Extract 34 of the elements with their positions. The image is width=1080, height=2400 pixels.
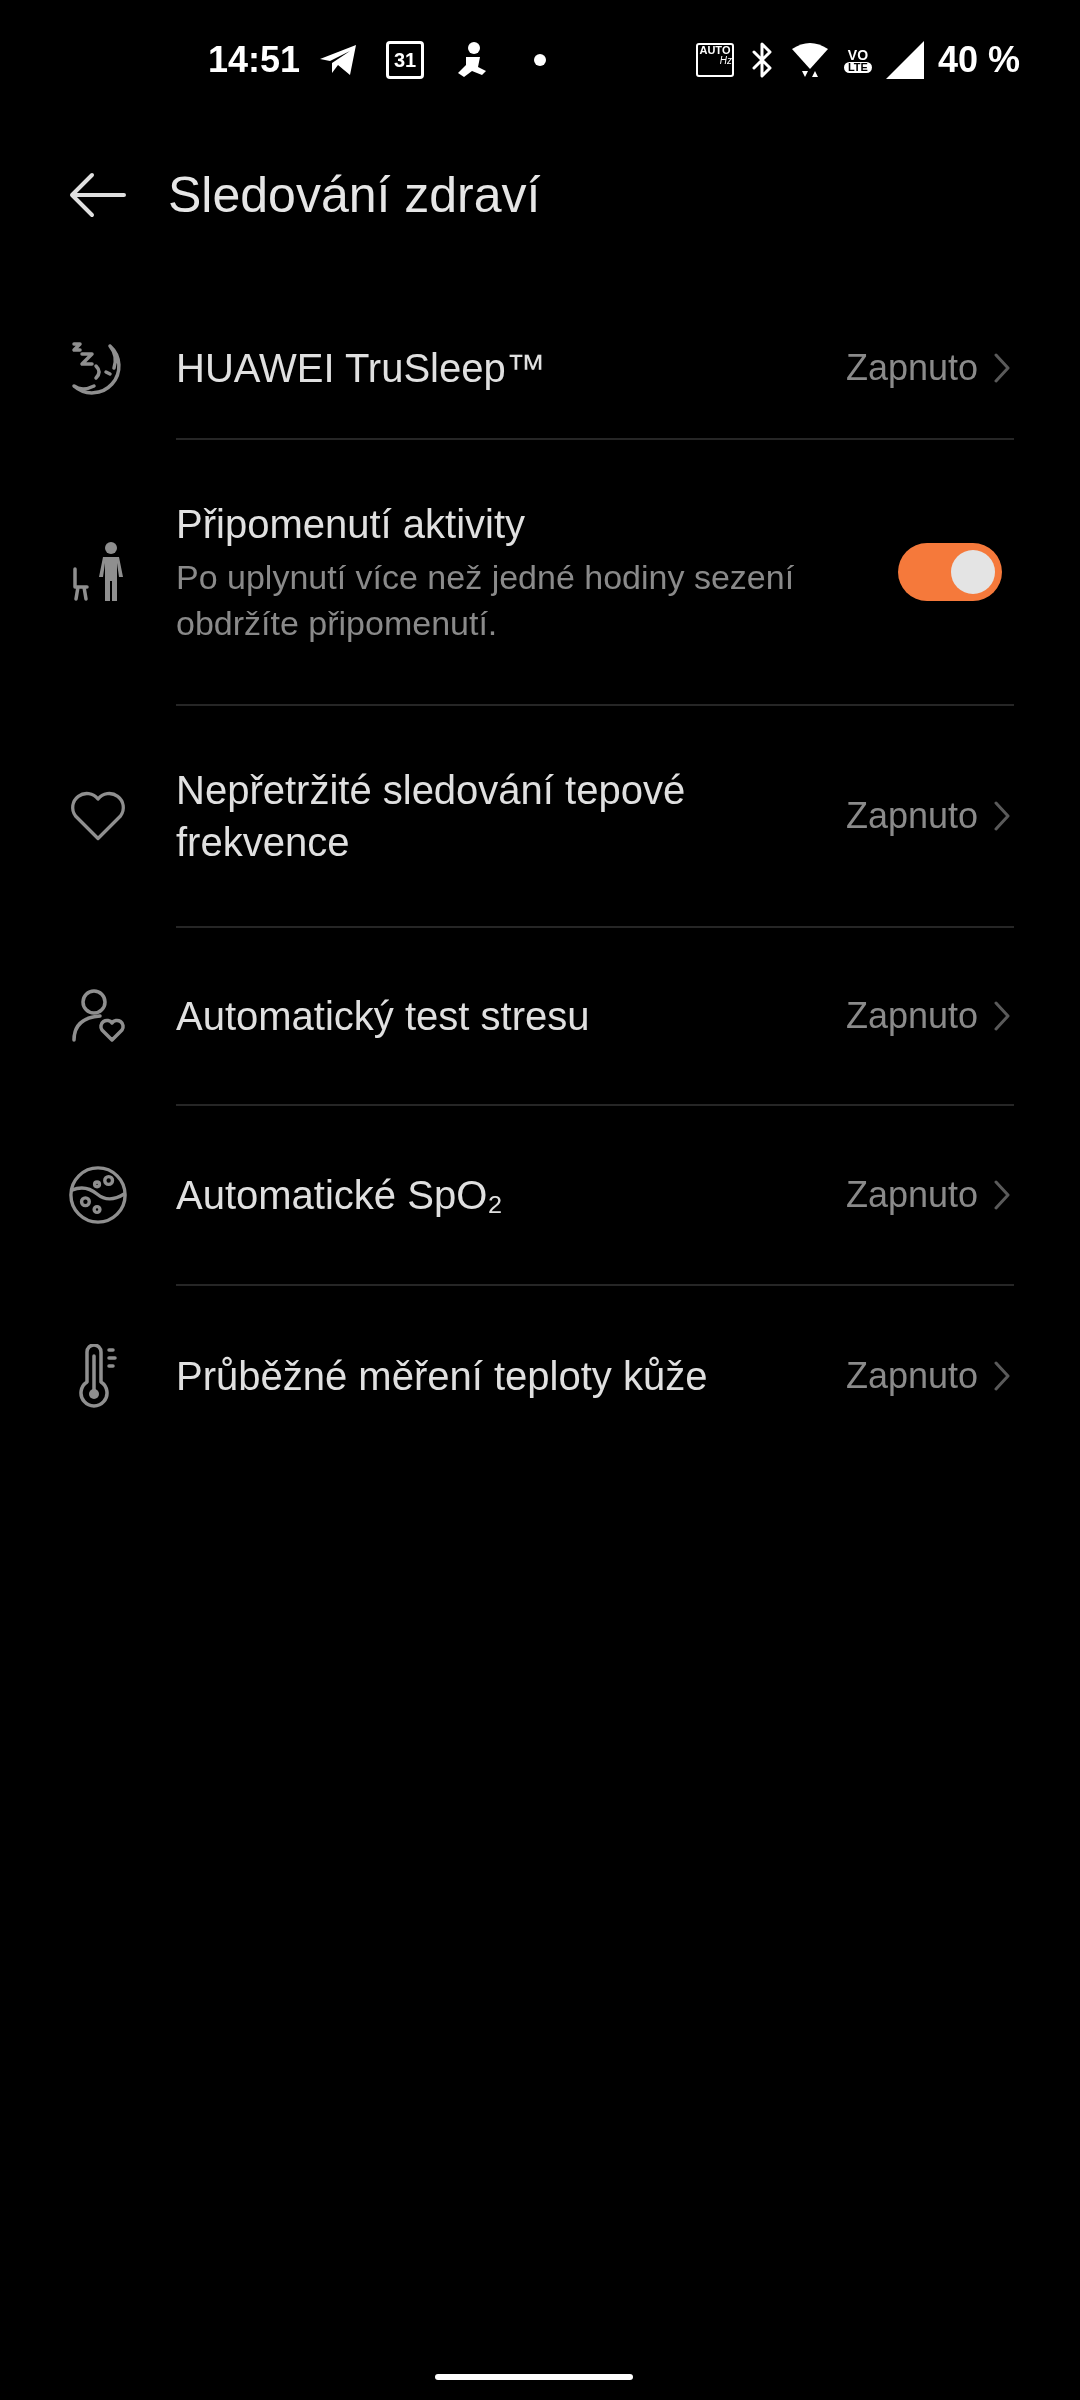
blood-oxygen-icon <box>68 1164 128 1226</box>
settings-row[interactable]: HUAWEI TruSleep™ Zapnuto <box>0 298 1080 438</box>
calendar-icon: 31 <box>386 41 425 79</box>
setting-description: Po uplynutí více než jedné hodiny sezení obdržíte připomenutí. <box>176 557 796 644</box>
signal-icon <box>885 41 924 79</box>
page-title: Sledování zdraví <box>168 165 541 225</box>
chevron-icon <box>994 1361 1010 1391</box>
status-value: Zapnuto <box>845 994 978 1038</box>
status-value: Zapnuto <box>845 1173 978 1217</box>
setting-title: Nepřetržité sledování tepové frekvence <box>176 767 687 866</box>
chevron-icon <box>994 801 1010 831</box>
status-value: Zapnuto <box>845 346 978 390</box>
paper-plane-icon <box>318 43 359 77</box>
chevron-icon <box>994 1001 1010 1031</box>
settings-row[interactable]: Průběžné měření teploty kůže Zapnuto <box>0 1286 1080 1466</box>
settings-row[interactable]: Připomenutí aktivity Po uplynutí více než jedné hodiny sezení obdržíte připomenutí. <box>0 440 1080 704</box>
settings-row[interactable]: Automatický test stresu Zapnuto <box>0 928 1080 1104</box>
setting-title: Průběžné měření teploty kůže <box>176 1353 709 1400</box>
setting-title: Automatické SpO₂ <box>176 1172 504 1219</box>
status-value: Zapnuto <box>845 794 978 838</box>
setting-title: HUAWEI TruSleep™ <box>176 345 547 392</box>
toggle-switch[interactable] <box>898 543 1002 601</box>
settings-row[interactable]: Nepřetržité sledování tepové frekvence Zapnuto <box>0 706 1080 926</box>
status-value: Zapnuto <box>845 1354 978 1398</box>
clock: 14:51 <box>208 38 301 82</box>
chevron-icon <box>994 353 1010 383</box>
wifi-icon <box>789 41 830 79</box>
setting-title: Automatický test stresu <box>176 993 591 1040</box>
battery-level: 40 % <box>937 38 1020 82</box>
chevron-icon <box>994 1180 1010 1210</box>
refresh-rate-icon: AUTO Hz <box>695 43 734 77</box>
settings-row[interactable]: Automatické SpO₂ Zapnuto <box>0 1106 1080 1284</box>
back-icon[interactable] <box>68 172 126 218</box>
setting-title: Připomenutí aktivity <box>176 501 527 548</box>
